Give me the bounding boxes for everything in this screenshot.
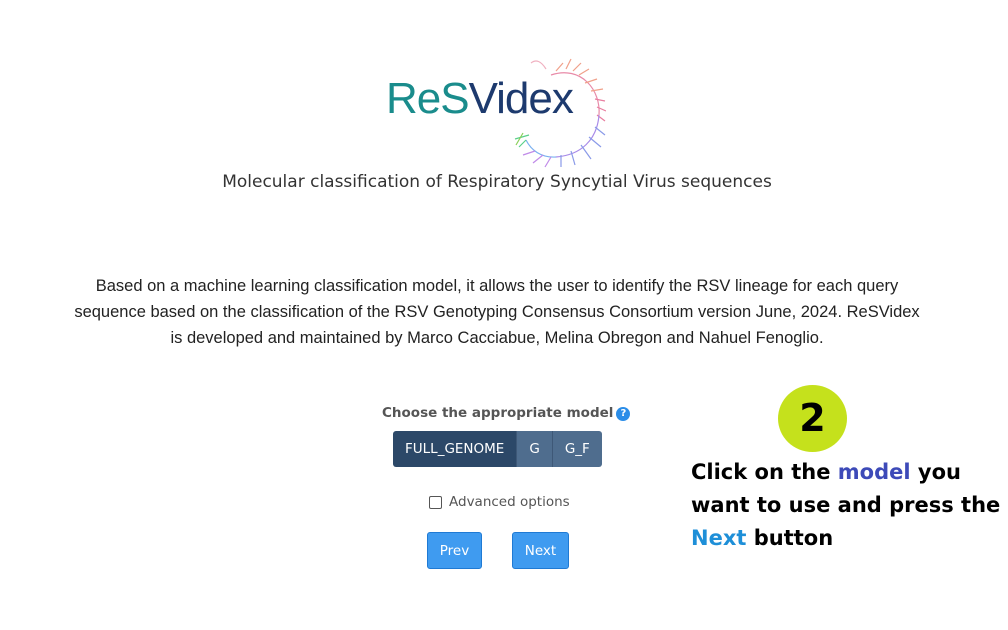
instruction-highlight-next: Next <box>691 526 747 550</box>
advanced-options-label: Advanced options <box>449 494 570 510</box>
app-description: Based on a machine learning classificati… <box>74 277 920 347</box>
step-instruction: Click on the model you want to use and p… <box>691 456 1001 555</box>
page-subtitle: Molecular classification of Respiratory … <box>222 172 772 192</box>
step-number-badge: 2 <box>778 385 847 452</box>
instruction-text-1: Click on the <box>691 460 838 484</box>
help-icon[interactable]: ? <box>616 407 631 421</box>
model-selector-label: Choose the appropriate model? <box>382 405 631 421</box>
model-option-g[interactable]: G <box>517 431 553 467</box>
instruction-highlight-model: model <box>837 460 911 484</box>
resvidex-logo: ReSVidex <box>386 55 616 170</box>
advanced-options-checkbox[interactable] <box>429 495 442 509</box>
instruction-text-3: button <box>746 526 834 550</box>
next-button[interactable]: Next <box>512 532 569 569</box>
logo-text-part-1: ReS <box>386 74 470 123</box>
model-selector-label-text: Choose the appropriate model <box>382 405 614 421</box>
model-button-group: FULL_GENOME G G_F <box>393 431 602 467</box>
model-option-full-genome[interactable]: FULL_GENOME <box>393 431 518 467</box>
advanced-options-toggle[interactable]: Advanced options <box>429 494 570 510</box>
model-option-g-f[interactable]: G_F <box>552 431 602 467</box>
logo-text-part-2: V <box>468 74 498 123</box>
phylogenetic-tree-swirl-icon <box>514 58 606 168</box>
prev-button[interactable]: Prev <box>427 532 482 569</box>
